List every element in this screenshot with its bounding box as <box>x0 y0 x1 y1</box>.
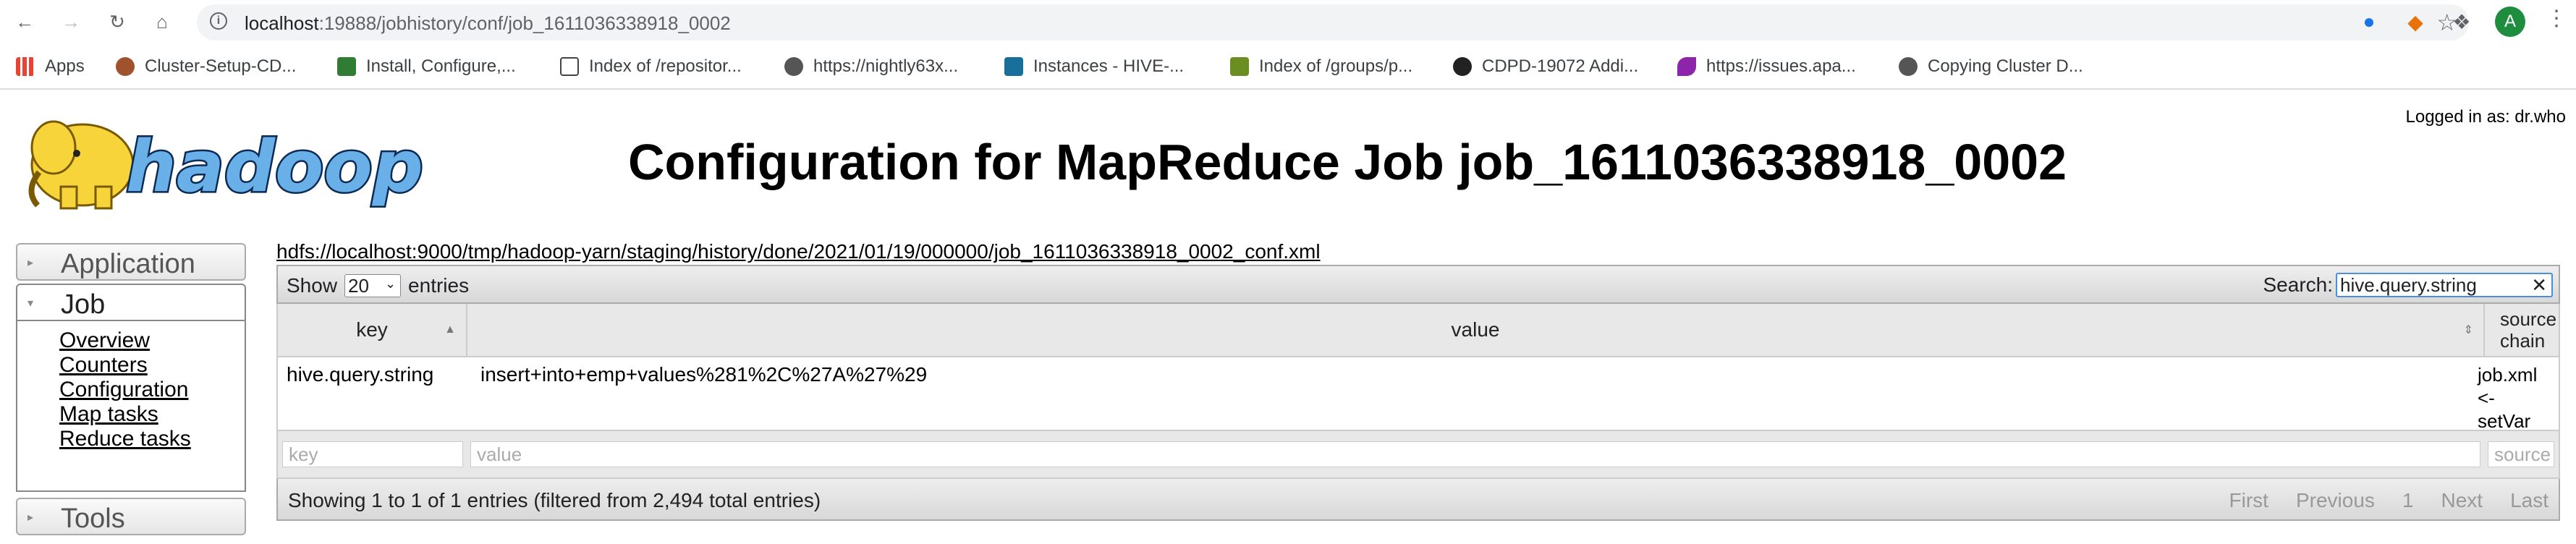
extension-icon[interactable]: ● <box>2355 7 2384 36</box>
nav-link-counters[interactable]: Counters <box>59 353 245 378</box>
bookmark-item[interactable]: Install, Configure,... <box>337 55 516 78</box>
pager-last[interactable]: Last <box>2510 489 2549 512</box>
cell-source: job.xml <- setVar <box>2478 364 2538 432</box>
pager-page-1[interactable]: 1 <box>2402 489 2414 512</box>
package-icon <box>560 57 579 76</box>
nav-link-map-tasks[interactable]: Map tasks <box>59 402 245 427</box>
hadoop-logo: hadoop <box>28 120 425 211</box>
c-logo-icon <box>1004 57 1023 76</box>
globe-icon <box>784 57 803 76</box>
bookmarks-bar: Apps Cluster-Setup-CD... Install, Config… <box>0 45 2576 90</box>
column-header-key[interactable]: key ▲ <box>278 304 467 356</box>
triangle-right-icon: ▸ <box>27 257 34 269</box>
page-length-control: Show 20 ⌄ entries <box>287 274 469 297</box>
person-icon <box>116 57 135 76</box>
git-extension-icon[interactable]: ◆ <box>2401 7 2430 36</box>
feather-icon <box>1677 57 1696 76</box>
n-logo-icon <box>1230 57 1249 76</box>
bookmark-item[interactable]: Instances - HIVE-... <box>1004 55 1184 78</box>
filter-source-input[interactable]: source ch <box>2488 441 2554 467</box>
browser-toolbar: ← → ↻ ⌂ i localhost:19888/jobhistory/con… <box>0 0 2576 45</box>
conf-file-link[interactable]: hdfs://localhost:9000/tmp/hadoop-yarn/st… <box>276 240 1321 263</box>
bookmark-item[interactable]: Copying Cluster D... <box>1899 55 2083 78</box>
table-row: hive.query.string insert+into+emp+values… <box>276 357 2560 432</box>
table-header: key ▲ value ⇕ source chain <box>276 304 2560 357</box>
site-info-icon[interactable]: i <box>210 12 227 30</box>
menu-icon[interactable]: ⋮ <box>2546 6 2567 31</box>
cell-key: hive.query.string <box>287 363 434 386</box>
bookmark-item[interactable]: https://nightly63x... <box>784 55 958 78</box>
triangle-right-icon: ▸ <box>27 511 34 524</box>
column-header-value[interactable]: value ⇕ <box>467 304 2485 356</box>
page-title: Configuration for MapReduce Job job_1611… <box>628 134 2067 190</box>
nav-tools-label: Tools <box>61 503 125 534</box>
pager-next[interactable]: Next <box>2441 489 2483 512</box>
apps-grid-icon <box>16 57 35 76</box>
pager-previous[interactable]: Previous <box>2296 489 2375 512</box>
bookmark-item[interactable]: CDPD-19072 Addi... <box>1453 55 1638 78</box>
search-label: Search: <box>2263 273 2334 296</box>
left-nav: ▸ Application ▾ Job Overview Counters Co… <box>16 243 246 492</box>
pagination: First Previous 1 Next Last <box>2229 489 2549 512</box>
puzzle-icon[interactable]: ❖ <box>2447 7 2476 36</box>
column-header-source-chain[interactable]: source chain <box>2485 304 2559 356</box>
filter-key-input[interactable]: key <box>282 441 463 467</box>
filter-value-input[interactable]: value <box>470 441 2480 467</box>
search-control: Search: hive.query.string ✕ <box>2263 273 2553 297</box>
triangle-down-icon: ▾ <box>27 297 34 310</box>
back-icon[interactable]: ← <box>10 7 39 36</box>
bookmark-apps[interactable]: Apps <box>16 55 85 78</box>
sort-asc-icon: ▲ <box>444 323 456 336</box>
entries-select[interactable]: 20 ⌄ <box>344 274 402 297</box>
entries-label: entries <box>408 274 470 297</box>
table-footer: Showing 1 to 1 of 1 entries (filtered fr… <box>276 479 2560 521</box>
nav-tools[interactable]: ▸ Tools <box>16 498 246 535</box>
bookmark-item[interactable]: Cluster-Setup-CD... <box>116 55 296 78</box>
column-filter-row: key value source ch <box>276 430 2560 479</box>
logged-in-label: Logged in as: dr.who <box>2405 107 2567 127</box>
chevron-down-icon: ⌄ <box>384 276 397 291</box>
globe-icon <box>1899 57 1918 76</box>
table-info: Showing 1 to 1 of 1 entries (filtered fr… <box>288 489 821 511</box>
nav-link-configuration[interactable]: Configuration <box>59 378 245 402</box>
nav-job-label: Job <box>61 289 106 320</box>
sort-icon: ⇕ <box>2463 324 2473 336</box>
forward-icon[interactable]: → <box>56 7 85 36</box>
nav-application-label: Application <box>61 249 195 279</box>
logo-text: hadoop <box>126 126 423 208</box>
clear-icon[interactable]: ✕ <box>2531 274 2547 296</box>
nav-link-overview[interactable]: Overview <box>59 328 245 353</box>
leaf-icon <box>337 57 356 76</box>
home-icon[interactable]: ⌂ <box>148 7 177 36</box>
address-bar[interactable]: i localhost:19888/jobhistory/conf/job_16… <box>197 4 2469 41</box>
nav-job-links: Overview Counters Configuration Map task… <box>16 321 246 492</box>
bookmark-item[interactable]: Index of /repositor... <box>560 55 742 78</box>
pager-first[interactable]: First <box>2229 489 2268 512</box>
avatar[interactable]: A <box>2495 7 2525 37</box>
table-toolbar: Show 20 ⌄ entries Search: hive.query.stri… <box>276 265 2560 304</box>
nav-job[interactable]: ▾ Job <box>16 284 246 321</box>
nav-link-reduce-tasks[interactable]: Reduce tasks <box>59 427 245 451</box>
bookmark-item[interactable]: https://issues.apa... <box>1677 55 1856 78</box>
reload-icon[interactable]: ↻ <box>103 7 132 36</box>
nav-tools-section: ▸ Tools <box>16 498 246 535</box>
bookmark-item[interactable]: Index of /groups/p... <box>1230 55 1412 78</box>
search-input[interactable]: hive.query.string ✕ <box>2336 273 2553 297</box>
url-text[interactable]: localhost:19888/jobhistory/conf/job_1611… <box>245 12 731 35</box>
show-label: Show <box>287 274 338 297</box>
cell-value: insert+into+emp+values%281%2C%27A%27%29 <box>480 363 928 386</box>
github-icon <box>1453 57 1472 76</box>
nav-application[interactable]: ▸ Application <box>16 243 246 281</box>
